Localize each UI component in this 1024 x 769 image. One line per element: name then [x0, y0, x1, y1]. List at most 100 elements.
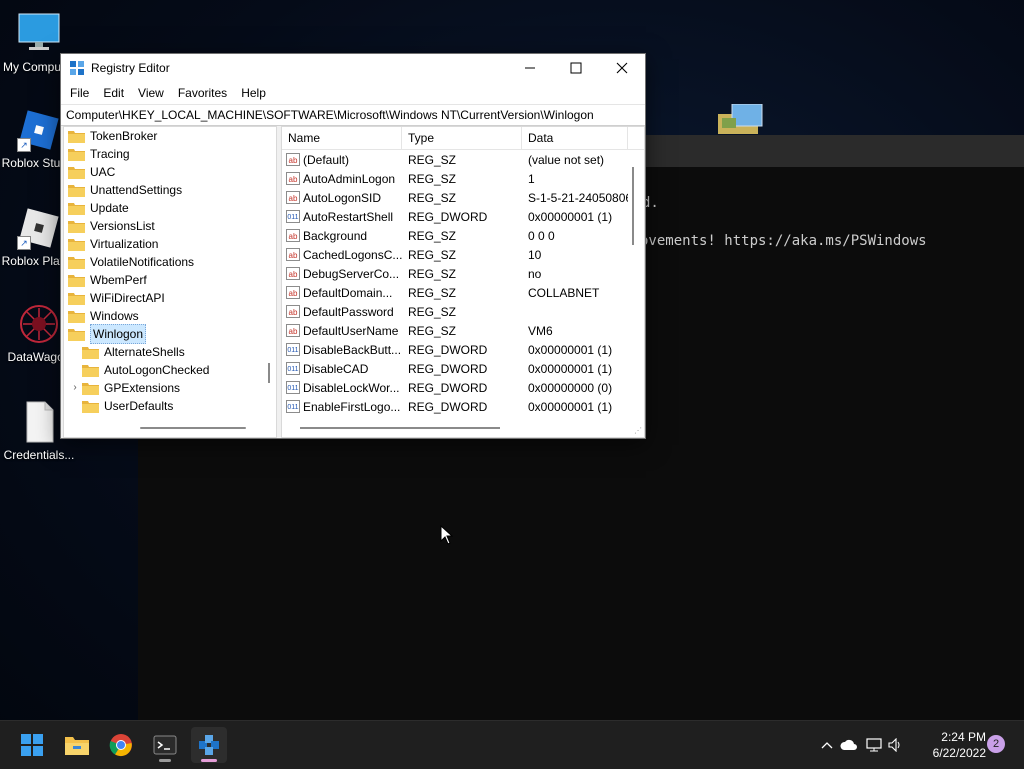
folder-icon	[718, 103, 764, 134]
value-data: COLLABNET	[528, 285, 600, 300]
terminal-button[interactable]	[147, 727, 183, 763]
value-name-cell: ab DefaultUserName	[282, 324, 402, 338]
tree-node[interactable]: UnattendSettings	[64, 181, 276, 199]
clock[interactable]: 2:24 PM 6/22/2022	[918, 729, 986, 761]
maximize-button[interactable]	[553, 54, 599, 82]
values-list[interactable]: Name Type Data ab (Default) REG_SZ (value n…	[281, 126, 645, 438]
notification-badge[interactable]: 2	[987, 735, 1005, 753]
tree-node[interactable]: WbemPerf	[64, 271, 276, 289]
resize-grip-icon[interactable]: ⋰	[634, 426, 642, 435]
table-row[interactable]: ab AutoLogonSID REG_SZ S-1-5-21-24050806	[282, 188, 644, 207]
folder-icon	[68, 238, 86, 251]
minimize-button[interactable]	[507, 54, 553, 82]
close-button[interactable]	[599, 54, 645, 82]
value-type: REG_SZ	[408, 323, 457, 338]
table-row[interactable]: ab DefaultPassword REG_SZ	[282, 302, 644, 321]
table-row[interactable]: 011 EnableFirstLogo... REG_DWORD 0x00000001…	[282, 397, 644, 416]
tree-vertical-scrollbar[interactable]	[268, 363, 270, 383]
active-indicator	[201, 759, 217, 762]
address-bar[interactable]: Computer\HKEY_LOCAL_MACHINE\SOFTWARE\Mic…	[61, 104, 645, 126]
menu-bar: File Edit View Favorites Help	[61, 82, 645, 104]
table-row[interactable]: ab DefaultDomain... REG_SZ COLLABNET	[282, 283, 644, 302]
table-row[interactable]: ab (Default) REG_SZ (value not set)	[282, 150, 644, 169]
reg-string-icon: ab	[286, 191, 300, 204]
value-name: AutoRestartShell	[303, 209, 394, 224]
onedrive-cloud-icon[interactable]	[836, 739, 862, 751]
table-row[interactable]: 011 DisableBackButt... REG_DWORD 0x00000001…	[282, 340, 644, 359]
folder-icon	[82, 400, 100, 413]
value-type: REG_DWORD	[408, 399, 488, 414]
table-row[interactable]: ab AutoAdminLogon REG_SZ 1	[282, 169, 644, 188]
table-row[interactable]: 011 DisableLockWor... REG_DWORD 0x00000000 …	[282, 378, 644, 397]
tree-node[interactable]: Windows	[64, 307, 276, 325]
folder-icon	[65, 737, 89, 755]
maximize-icon	[570, 62, 582, 74]
table-row[interactable]: 011 DisableCAD REG_DWORD 0x00000001 (1)	[282, 359, 644, 378]
menu-help[interactable]: Help	[234, 86, 273, 100]
tree-node[interactable]: Tracing	[64, 145, 276, 163]
network-icon[interactable]	[862, 738, 886, 752]
chrome-button[interactable]	[103, 727, 139, 763]
chevron-right-icon[interactable]: ›	[70, 379, 80, 397]
value-name: AutoLogonSID	[303, 190, 382, 205]
value-name: AutoAdminLogon	[303, 171, 396, 186]
tree-node-label: VersionsList	[90, 219, 155, 233]
chrome-icon	[109, 734, 132, 757]
chevron-up-icon[interactable]	[818, 741, 836, 749]
column-header-type[interactable]: Type	[402, 127, 522, 149]
tree-node[interactable]: AutoLogonChecked	[64, 361, 276, 379]
value-type: REG_DWORD	[408, 209, 488, 224]
tree-node[interactable]: Winlogon	[64, 324, 276, 344]
reg-string-icon: ab	[286, 286, 300, 299]
tree-node-label: UAC	[90, 165, 116, 179]
tree-node[interactable]: Virtualization	[64, 235, 276, 253]
tree-node[interactable]: WiFiDirectAPI	[64, 289, 276, 307]
tree-node[interactable]: › GPExtensions	[64, 379, 276, 397]
table-row[interactable]: ab Background REG_SZ 0 0 0	[282, 226, 644, 245]
value-data: 0x00000001 (1)	[528, 399, 613, 414]
menu-favorites[interactable]: Favorites	[171, 86, 234, 100]
table-row[interactable]: ab CachedLogonsC... REG_SZ 10	[282, 245, 644, 264]
column-header-name[interactable]: Name	[282, 127, 402, 149]
value-name: (Default)	[303, 152, 350, 167]
reg-string-icon: ab	[286, 172, 300, 185]
tree-node[interactable]: Update	[64, 199, 276, 217]
value-name-cell: ab CachedLogonsC...	[282, 248, 402, 262]
tree-node[interactable]: UserDefaults	[64, 397, 276, 415]
folder-icon	[68, 220, 86, 233]
datawagon-icon	[17, 302, 61, 346]
key-tree[interactable]: TokenBroker Tracing UAC UnattendSettings Upd…	[63, 126, 277, 438]
menu-edit[interactable]: Edit	[96, 86, 131, 100]
panes: TokenBroker Tracing UAC UnattendSettings Upd…	[61, 126, 645, 438]
registry-editor-window[interactable]: Registry Editor File Edit View Favorites…	[60, 53, 646, 439]
terminal-icon	[153, 735, 177, 755]
terminal-output-line: ovements! https://aka.ms/PSWindows	[640, 233, 927, 249]
value-name-cell: ab Background	[282, 229, 402, 243]
folder-icon	[68, 292, 86, 305]
tree-node-label: VolatileNotifications	[90, 255, 195, 269]
value-type: REG_SZ	[408, 266, 457, 281]
window-title: Registry Editor	[91, 61, 170, 75]
table-row[interactable]: ab DebugServerCo... REG_SZ no	[282, 264, 644, 283]
tree-horizontal-scrollbar[interactable]	[140, 427, 246, 429]
tree-node[interactable]: VolatileNotifications	[64, 253, 276, 271]
tree-node[interactable]: TokenBroker	[64, 127, 276, 145]
list-vertical-scrollbar[interactable]	[632, 167, 634, 245]
file-explorer-button[interactable]	[59, 727, 95, 763]
tree-node[interactable]: AlternateShells	[64, 343, 276, 361]
menu-file[interactable]: File	[63, 86, 96, 100]
list-horizontal-scrollbar[interactable]	[300, 427, 500, 429]
window-titlebar[interactable]: Registry Editor	[61, 54, 645, 82]
value-type: REG_SZ	[408, 171, 457, 186]
table-row[interactable]: ab DefaultUserName REG_SZ VM6	[282, 321, 644, 340]
menu-view[interactable]: View	[131, 86, 171, 100]
table-row[interactable]: 011 AutoRestartShell REG_DWORD 0x00000001 (…	[282, 207, 644, 226]
value-data: 10	[528, 247, 542, 262]
tree-node[interactable]: VersionsList	[64, 217, 276, 235]
value-name: Background	[303, 228, 368, 243]
start-button[interactable]	[14, 727, 50, 763]
volume-icon[interactable]	[886, 738, 906, 752]
registry-editor-taskbar-button[interactable]	[191, 727, 227, 763]
tree-node[interactable]: UAC	[64, 163, 276, 181]
column-header-data[interactable]: Data	[522, 127, 628, 149]
